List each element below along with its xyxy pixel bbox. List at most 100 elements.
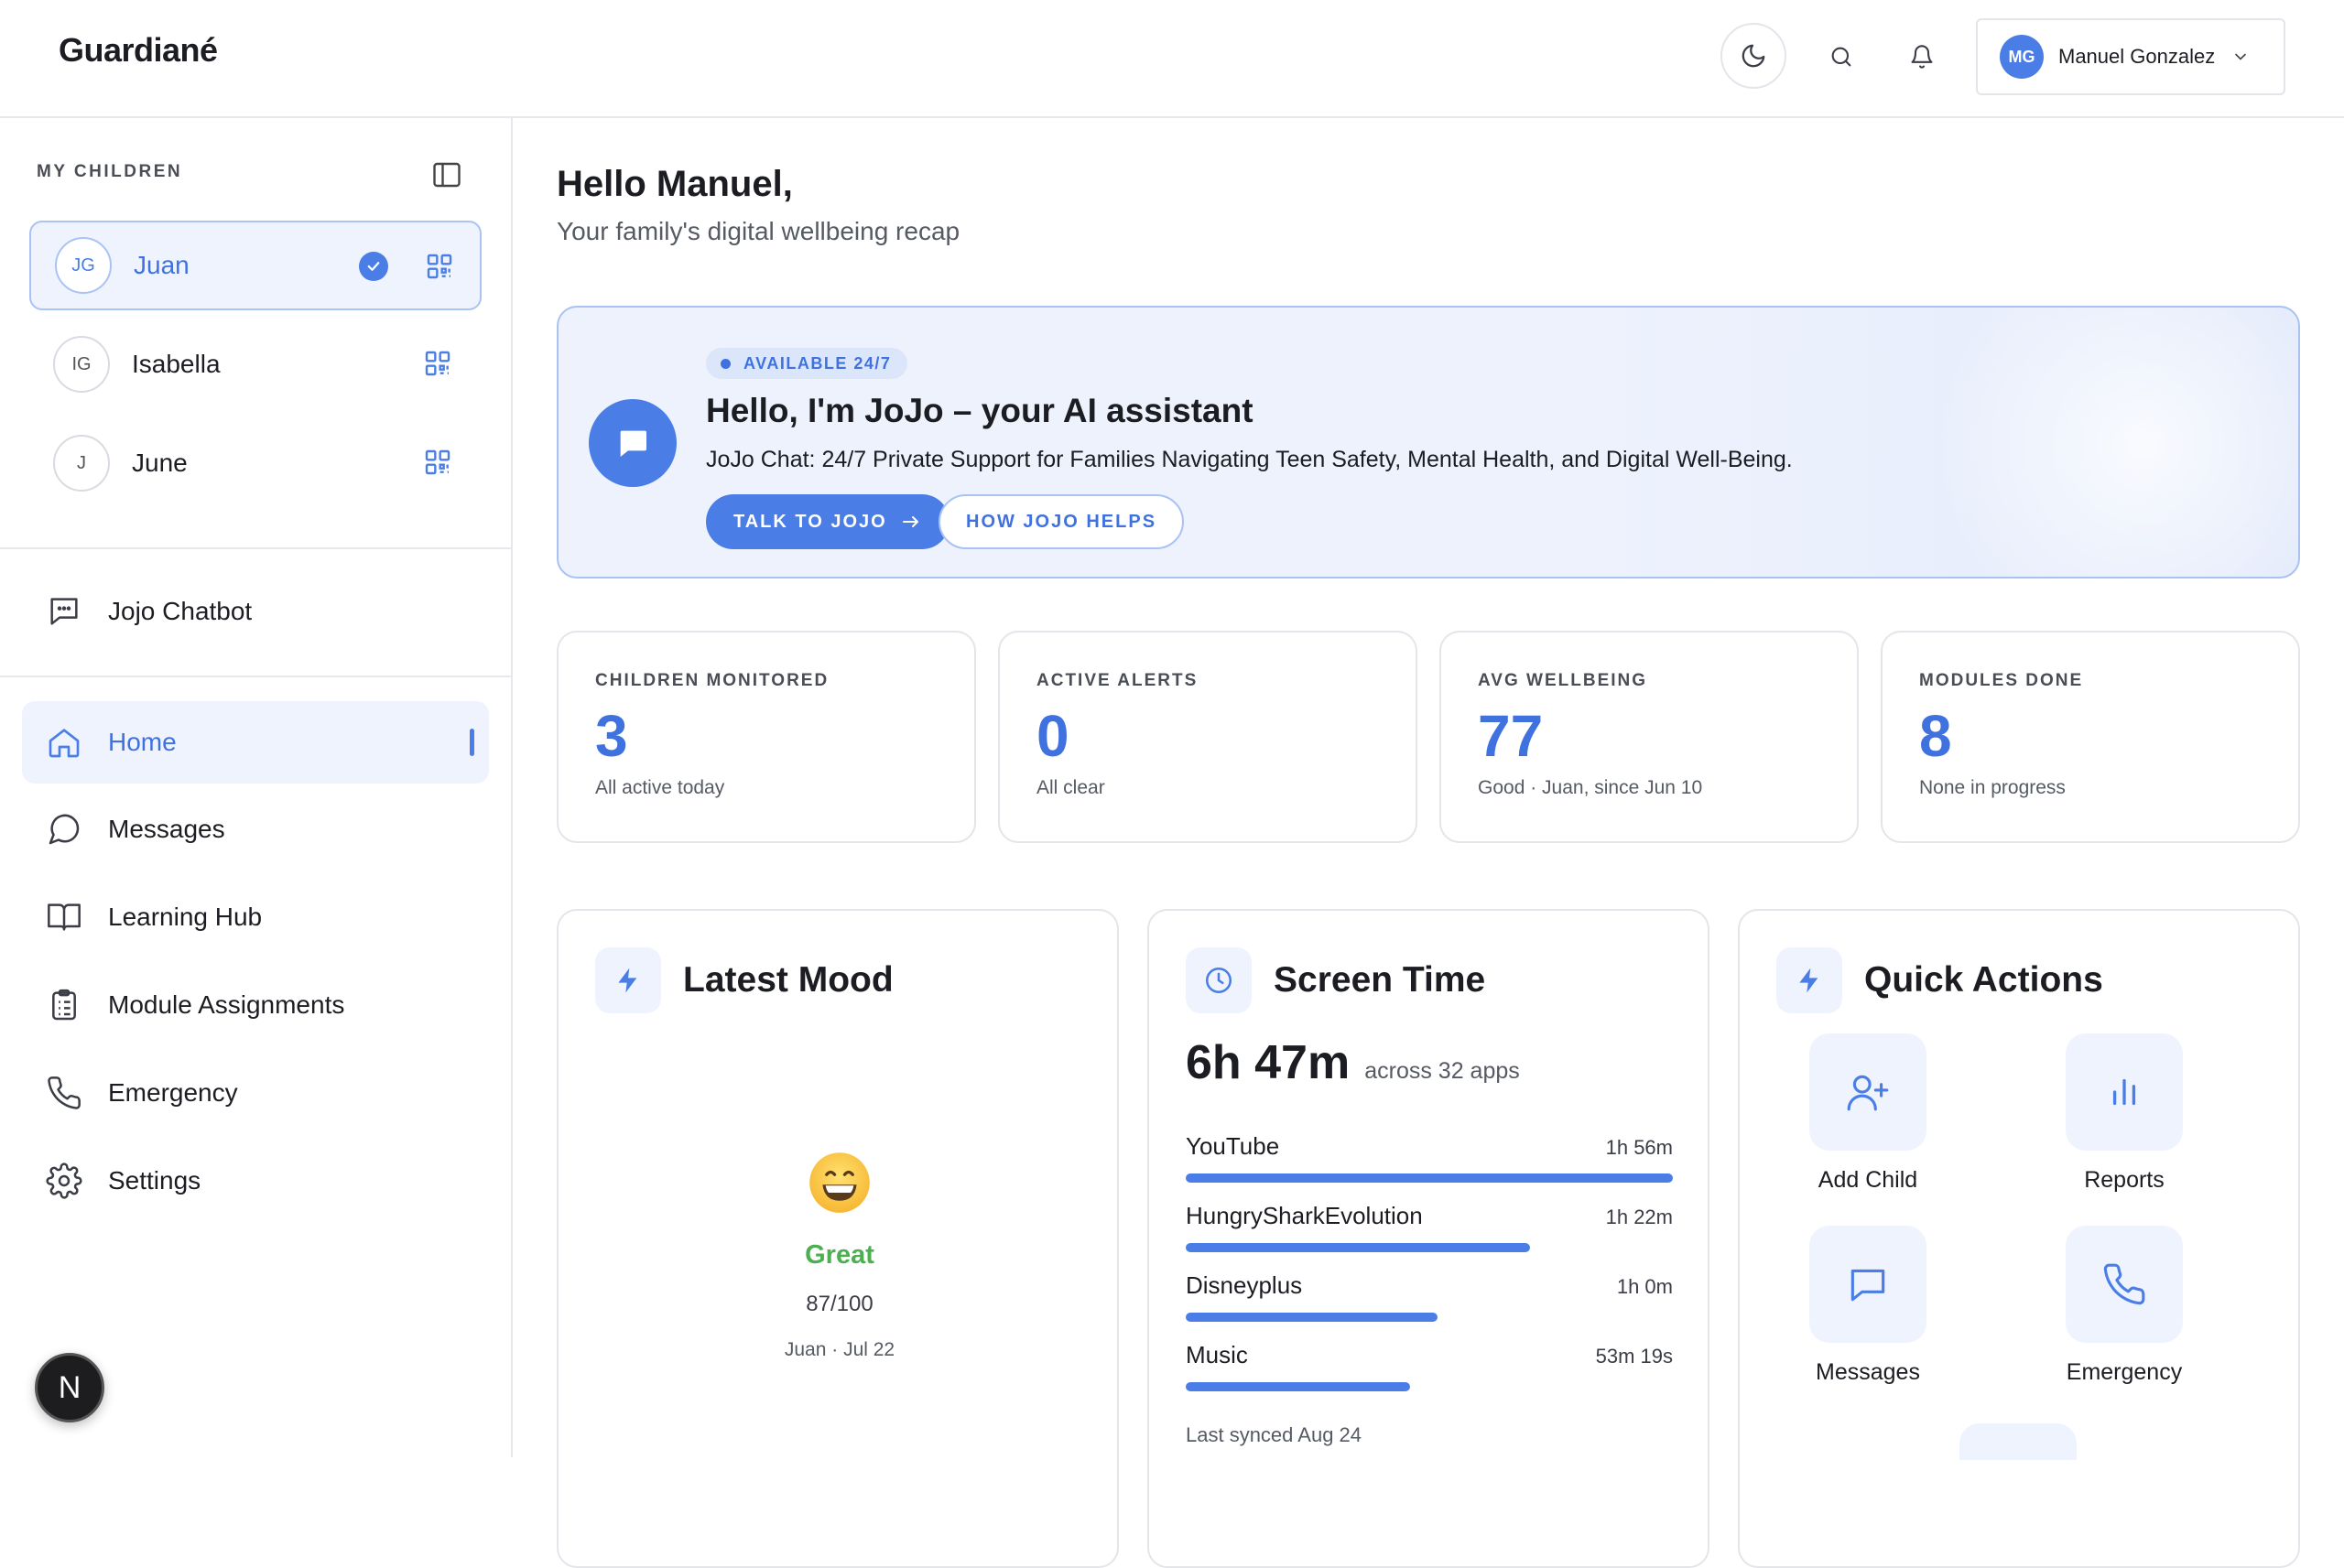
- screen-time-total: 6h 47m: [1186, 1036, 1351, 1089]
- stat-subtext: All clear: [1036, 777, 1105, 798]
- sidebar-item-label: Module Assignments: [108, 990, 345, 1019]
- child-item-juan[interactable]: JG Juan: [29, 221, 482, 310]
- user-menu-button[interactable]: MG Manuel Gonzalez: [1976, 18, 2285, 95]
- button-label: TALK TO JOJO: [733, 511, 887, 532]
- stat-label: AVG WELLBEING: [1478, 671, 1648, 690]
- card-title: Latest Mood: [683, 960, 894, 1000]
- usage-bar: [1186, 1382, 1410, 1391]
- phone-icon: [44, 1073, 84, 1113]
- quick-action-emergency[interactable]: Emergency: [2033, 1226, 2216, 1386]
- quick-action-reports[interactable]: Reports: [2033, 1033, 2216, 1194]
- screen-time-card: Screen Time 6h 47m across 32 apps YouTub…: [1147, 909, 1709, 1568]
- quick-action-messages[interactable]: Messages: [1776, 1226, 1959, 1386]
- sidebar-item-messages[interactable]: Messages: [22, 788, 489, 871]
- availability-badge: AVAILABLE 24/7: [706, 348, 908, 379]
- app-usage-row: HungrySharkEvolution 1h 22m: [1186, 1202, 1673, 1252]
- message-circle-icon: [44, 809, 84, 849]
- lightning-icon: [595, 947, 661, 1013]
- child-name: June: [132, 449, 188, 477]
- lightning-icon: [1776, 947, 1842, 1013]
- sidebar-item-label: Settings: [108, 1166, 201, 1195]
- app-time: 53m 19s: [1595, 1345, 1673, 1368]
- child-item-isabella[interactable]: IG Isabella: [29, 319, 482, 409]
- app-time: 1h 56m: [1605, 1136, 1673, 1159]
- app-name: HungrySharkEvolution: [1186, 1202, 1423, 1229]
- sidebar-item-module-assignments[interactable]: Module Assignments: [22, 964, 489, 1046]
- greeting-subtitle: Your family's digital wellbeing recap: [557, 217, 960, 245]
- stat-subtext: Good · Juan, since Jun 10: [1478, 777, 1703, 798]
- child-avatar: J: [53, 435, 110, 492]
- app-time: 1h 0m: [1616, 1275, 1673, 1298]
- selected-check-icon: [359, 252, 388, 281]
- how-jojo-helps-button[interactable]: HOW JOJO HELPS: [939, 494, 1185, 549]
- last-synced: Last synced Aug 24: [1186, 1423, 1362, 1446]
- chat-bubble-icon: [589, 399, 677, 487]
- stat-label: MODULES DONE: [1919, 671, 2084, 690]
- stat-value: 8: [1919, 703, 1952, 769]
- dev-tools-badge[interactable]: N: [35, 1353, 104, 1422]
- sidebar: MY CHILDREN JG Juan IG Isabella J June J…: [0, 118, 513, 1457]
- app-logo[interactable]: Guardiané: [59, 31, 218, 70]
- sidebar-item-settings[interactable]: Settings: [22, 1140, 489, 1222]
- stat-subtext: All active today: [595, 777, 725, 798]
- arrow-right-icon: [902, 516, 918, 527]
- theme-toggle-button[interactable]: [1720, 23, 1786, 89]
- app-time: 1h 22m: [1605, 1206, 1673, 1228]
- stat-value: 0: [1036, 703, 1069, 769]
- qr-code-icon[interactable]: [425, 252, 454, 281]
- app-name: Disneyplus: [1186, 1271, 1303, 1299]
- child-avatar: JG: [55, 237, 112, 294]
- mood-label: Great: [805, 1240, 874, 1270]
- my-children-label: MY CHILDREN: [37, 162, 183, 181]
- apps-count: across 32 apps: [1364, 1058, 1520, 1084]
- user-plus-icon: [1809, 1033, 1926, 1151]
- mood-meta: Juan · Jul 22: [784, 1339, 895, 1360]
- sidebar-divider: [0, 547, 511, 549]
- quick-action-label: Reports: [2084, 1167, 2165, 1193]
- qr-code-icon[interactable]: [423, 448, 452, 477]
- sidebar-item-home[interactable]: Home: [22, 701, 489, 784]
- message-square-icon: [1809, 1226, 1926, 1343]
- moon-icon: [1742, 44, 1765, 68]
- status-dot: [721, 358, 731, 369]
- sidebar-item-jojo-chatbot[interactable]: Jojo Chatbot: [22, 570, 489, 653]
- app-usage-row: YouTube 1h 56m: [1186, 1132, 1673, 1183]
- collapse-sidebar-button[interactable]: [430, 158, 463, 191]
- sidebar-item-emergency[interactable]: Emergency: [22, 1052, 489, 1134]
- search-button[interactable]: [1814, 35, 1869, 79]
- chevron-down-icon: [2235, 53, 2247, 60]
- sidebar-item-label: Messages: [108, 815, 225, 843]
- notifications-button[interactable]: [1894, 35, 1949, 79]
- clipboard-icon: [44, 985, 84, 1025]
- quick-action-add-child[interactable]: Add Child: [1776, 1033, 1959, 1194]
- card-title: Screen Time: [1274, 960, 1486, 1000]
- banner-description: JoJo Chat: 24/7 Private Support for Fami…: [706, 447, 1793, 472]
- stat-card-children-monitored: CHILDREN MONITORED 3 All active today: [557, 631, 976, 843]
- stat-subtext: None in progress: [1919, 777, 2066, 798]
- availability-text: AVAILABLE 24/7: [743, 353, 892, 373]
- active-indicator: [470, 729, 474, 756]
- quick-action-label: Emergency: [2066, 1359, 2183, 1385]
- sidebar-item-label: Jojo Chatbot: [108, 597, 253, 625]
- mood-score: 87/100: [806, 1292, 874, 1316]
- user-avatar: MG: [2000, 35, 2044, 79]
- quick-actions-card: Quick Actions Add Child Reports Messages…: [1738, 909, 2300, 1568]
- button-label: HOW JOJO HELPS: [966, 511, 1157, 532]
- talk-to-jojo-button[interactable]: TALK TO JOJO: [706, 494, 950, 549]
- usage-bar: [1186, 1243, 1531, 1252]
- card-title: Quick Actions: [1864, 960, 2103, 1000]
- greeting-title: Hello Manuel,: [557, 164, 793, 204]
- home-icon: [44, 722, 84, 762]
- phone-icon: [2066, 1226, 2183, 1343]
- child-avatar: IG: [53, 336, 110, 393]
- child-item-june[interactable]: J June: [29, 418, 482, 508]
- latest-mood-card: Latest Mood Great 87/100 Juan · Jul 22: [557, 909, 1119, 1568]
- qr-code-icon[interactable]: [423, 349, 452, 378]
- sidebar-item-label: Emergency: [108, 1078, 238, 1107]
- banner-title: Hello, I'm JoJo – your AI assistant: [706, 392, 1253, 429]
- search-icon: [1831, 47, 1851, 67]
- usage-bar: [1186, 1313, 1438, 1322]
- quick-action-more[interactable]: [1959, 1423, 2077, 1460]
- sidebar-divider: [0, 676, 511, 677]
- sidebar-item-learning-hub[interactable]: Learning Hub: [22, 876, 489, 958]
